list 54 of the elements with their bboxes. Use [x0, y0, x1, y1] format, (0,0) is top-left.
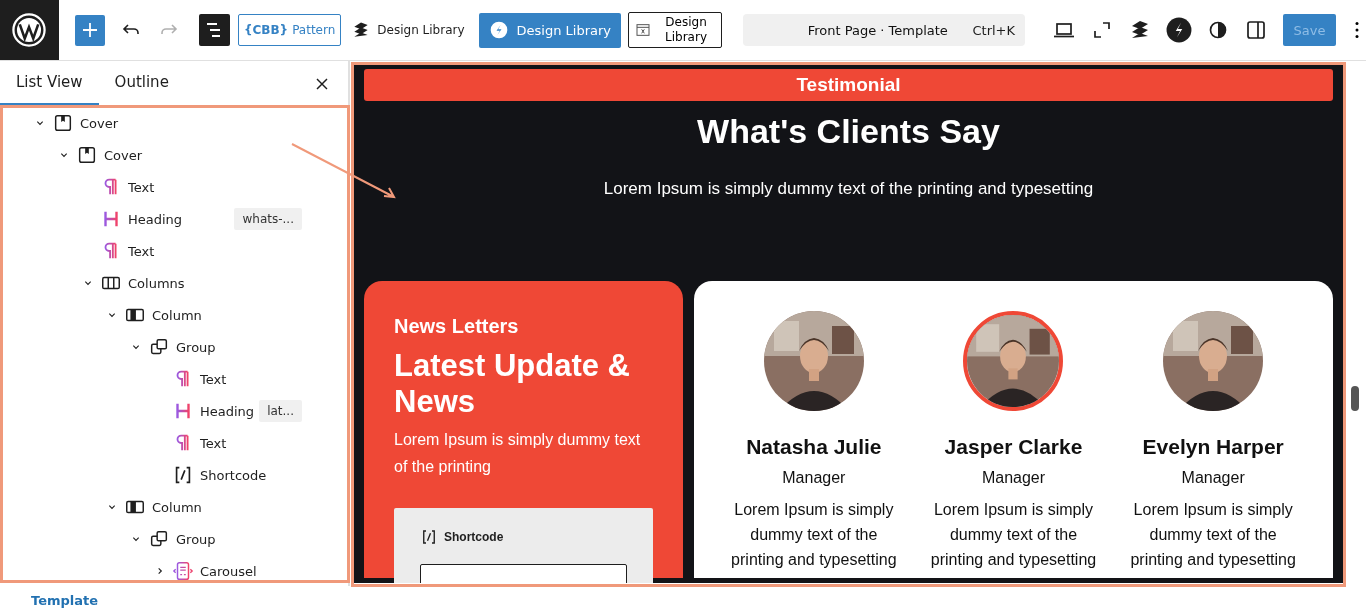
tree-item[interactable]: Carousel — [200, 563, 257, 579]
section-heading: What's Clients Say — [697, 111, 1000, 151]
card-title: Latest Update & News — [394, 348, 631, 420]
testimonial-text: Lorem Ipsum is simply dummy text of the printing and typesetting — [929, 500, 1098, 570]
anchor-badge: whats-... — [234, 208, 302, 230]
panel-tab[interactable]: List View — [0, 61, 99, 106]
tree-item[interactable]: Group — [176, 339, 216, 355]
section-subtitle: Lorem Ipsum is simply dummy text of the printing and typesetting — [603, 179, 1094, 199]
document-title: Front Page · Template — [806, 22, 949, 38]
list-view-button[interactable] — [198, 14, 230, 46]
carousel-icon — [172, 560, 194, 582]
testimonial-text: Lorem Ipsum is simply dummy text of the printing and typesetting — [1129, 500, 1297, 570]
pattern-button[interactable]: {CBB} Pattern — [237, 14, 342, 46]
person-role: Manager — [981, 469, 1046, 487]
more-icon — [1355, 22, 1359, 38]
tree-item[interactable]: Column — [152, 307, 202, 323]
person-role: Manager — [782, 469, 846, 487]
tree-item[interactable]: Columns — [128, 275, 185, 291]
design-library-button[interactable]: Design Library — [628, 12, 723, 48]
tree-item[interactable]: Heading — [200, 403, 255, 419]
tree-item[interactable]: Text — [200, 371, 227, 387]
tree-item[interactable]: Column — [152, 499, 202, 515]
person-role: Manager — [1181, 469, 1245, 487]
anchor-badge: lat... — [259, 400, 302, 422]
tree-item[interactable]: Cover — [104, 147, 143, 163]
cover-icon — [52, 112, 74, 134]
window-icon — [635, 22, 652, 38]
testimonial-text: Lorem Ipsum is simply dummy text of the printing and typesetting — [730, 500, 898, 570]
tree-item[interactable]: Group — [176, 531, 216, 547]
add-block-button[interactable] — [74, 14, 105, 46]
wordpress-logo[interactable] — [0, 0, 59, 60]
cover-icon — [76, 144, 98, 166]
tree-item[interactable]: Cover — [80, 115, 119, 131]
tree-item[interactable]: Text — [128, 243, 155, 259]
command-bar[interactable]: Front Page · Template Ctrl+K — [743, 14, 1026, 46]
design-library-button[interactable]: Design Library — [478, 12, 622, 48]
panel-tab[interactable]: Outline — [98, 61, 185, 106]
design-library-button[interactable]: Design Library — [351, 20, 465, 40]
tree-item[interactable]: Text — [200, 435, 227, 451]
block-label: Shortcode — [444, 530, 504, 544]
person-name: Natasha Julie — [746, 435, 882, 459]
keyboard-shortcut: Ctrl+K — [972, 22, 1016, 38]
section-banner: Testimonial — [364, 69, 1333, 101]
card-eyebrow: News Letters — [394, 315, 520, 338]
tree-item[interactable]: Text — [128, 179, 155, 195]
breadcrumb-link[interactable]: Template — [31, 593, 99, 608]
shortcode-icon — [420, 528, 438, 546]
person-name: Evelyn Harper — [1142, 435, 1284, 459]
wordpress-icon — [12, 13, 47, 47]
tree-item[interactable]: Heading — [128, 211, 183, 227]
tree-item[interactable]: Shortcode — [200, 467, 267, 483]
card-text: Lorem Ipsum is simply dummy text of the printing — [394, 430, 642, 477]
scrollbar-thumb[interactable] — [1351, 386, 1359, 411]
person-name: Jasper Clarke — [944, 435, 1083, 459]
